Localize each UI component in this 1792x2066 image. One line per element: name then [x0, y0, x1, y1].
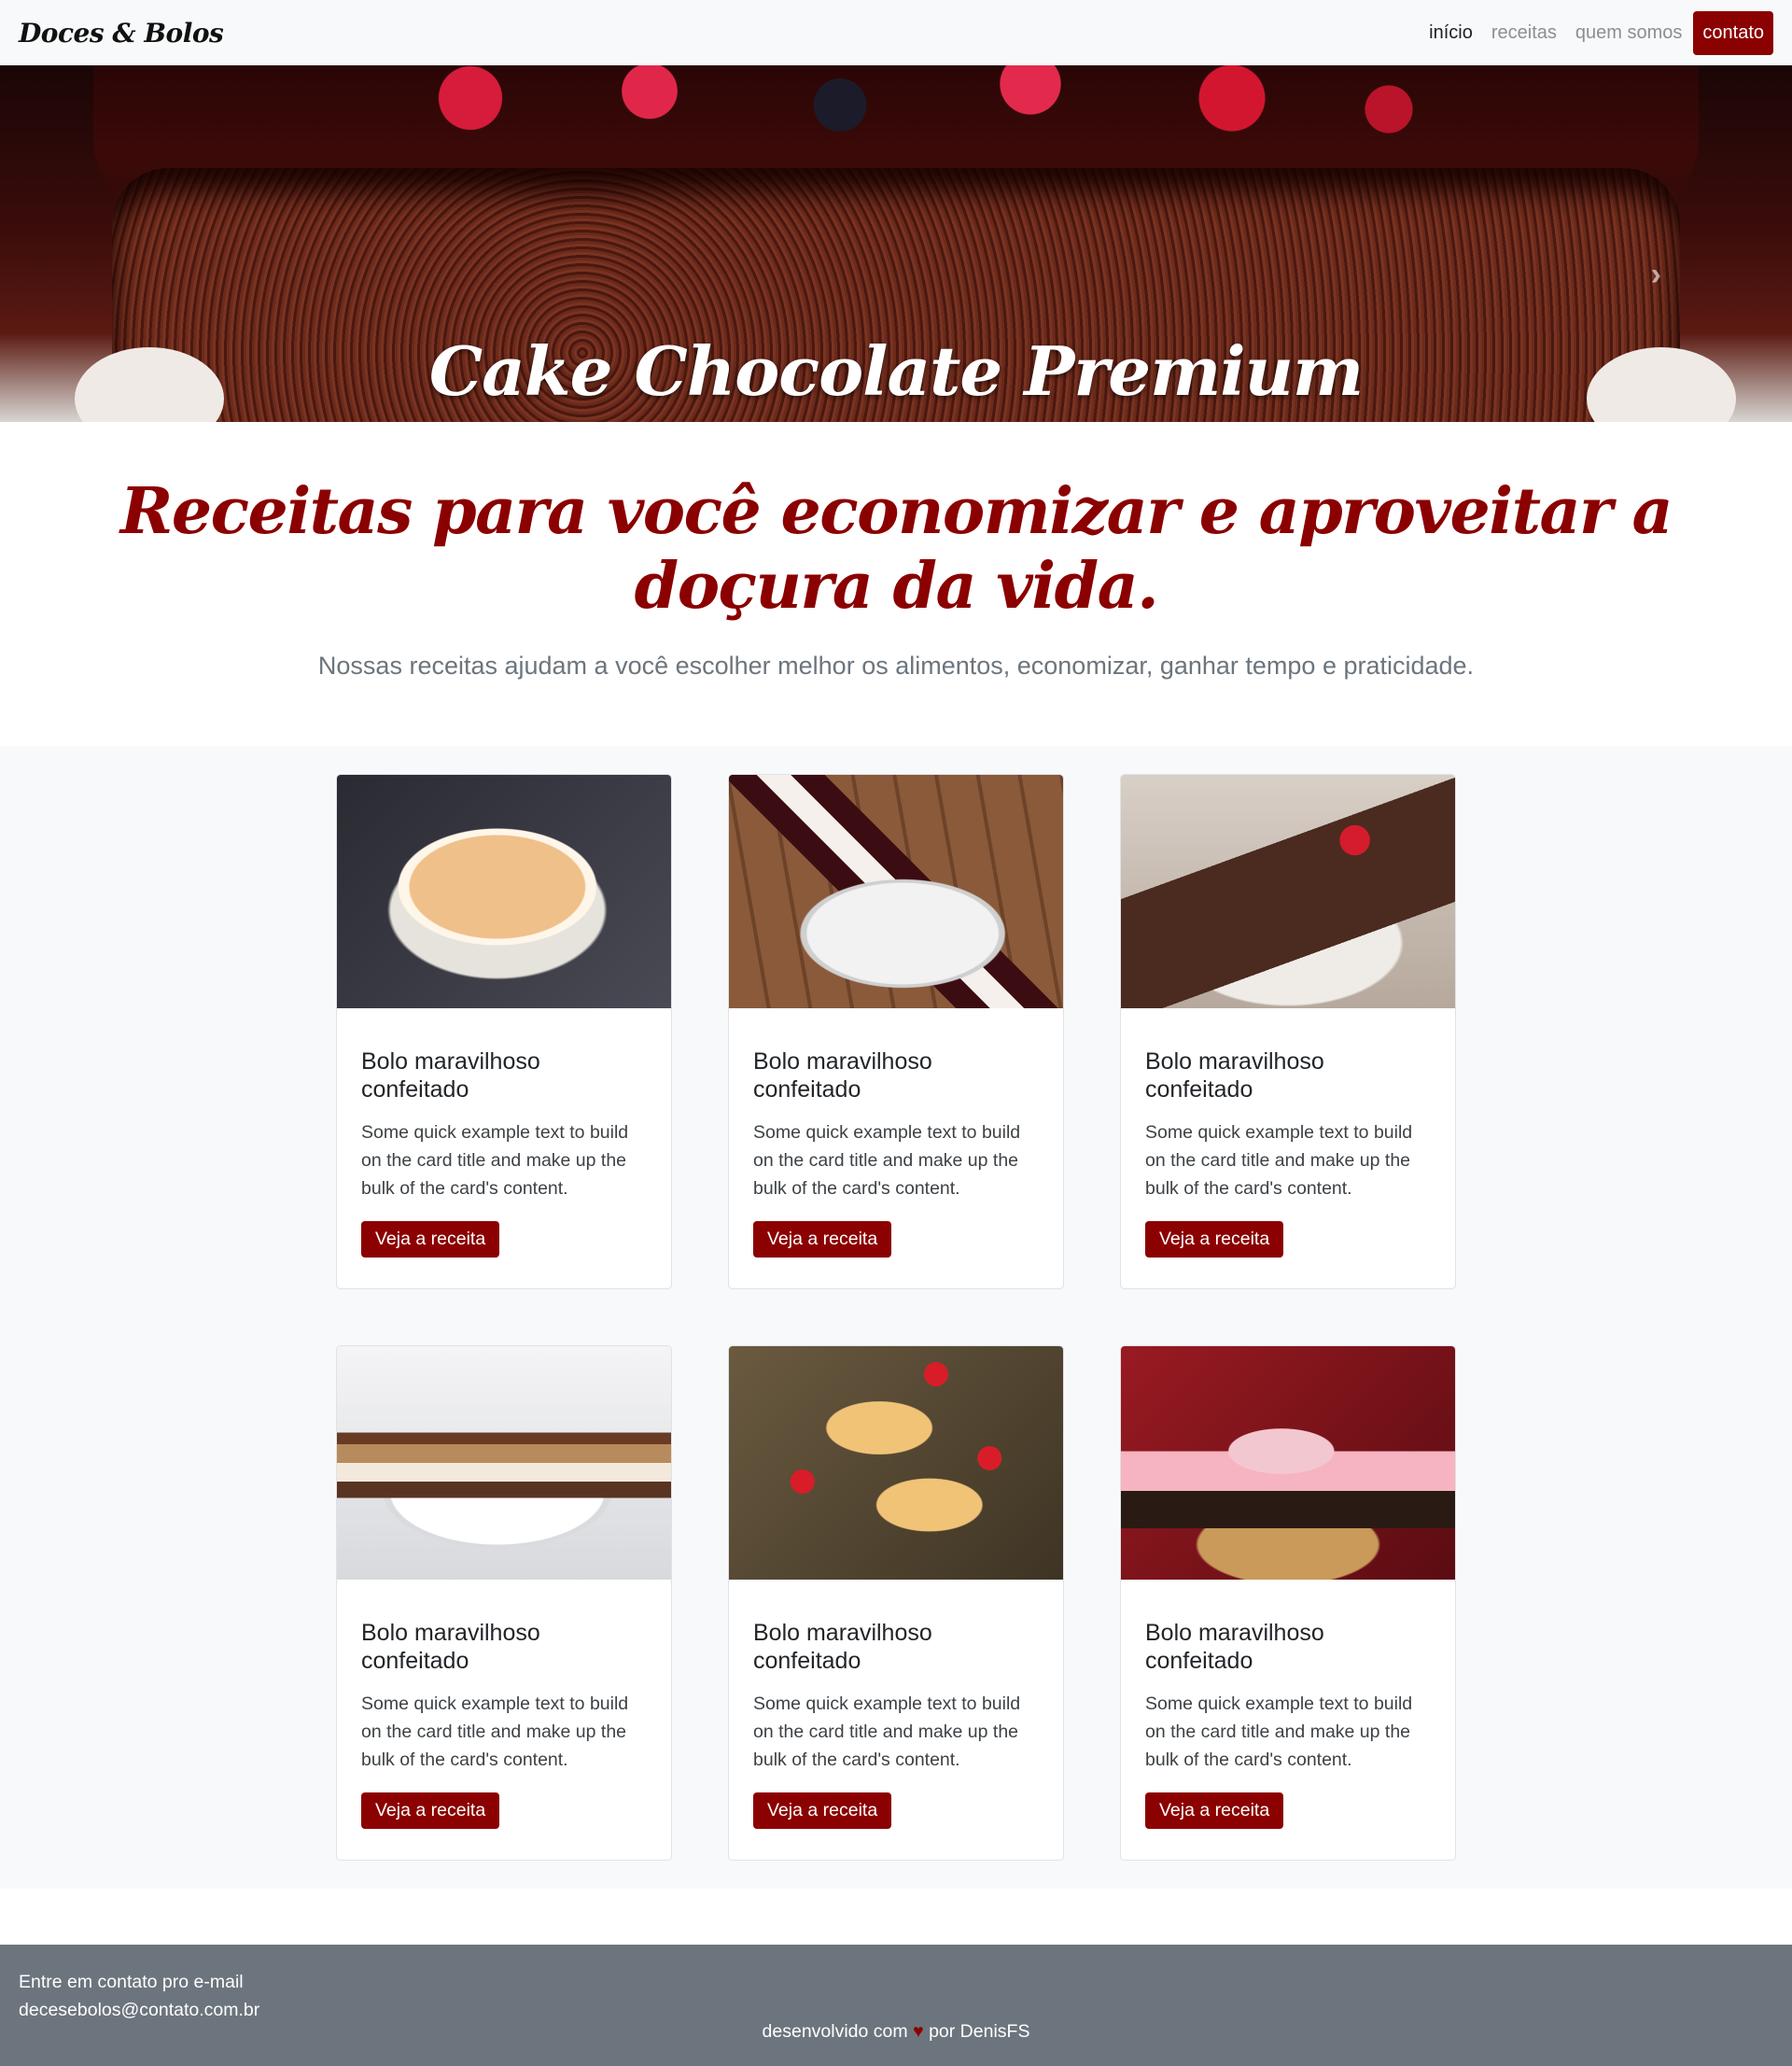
view-recipe-button[interactable]: Veja a receita	[1145, 1792, 1284, 1829]
chevron-right-icon[interactable]: ›	[1651, 257, 1661, 293]
hero-caption: Cake Chocolate Premium	[428, 331, 1364, 411]
recipe-card: Bolo maravilhoso confeitado Some quick e…	[1120, 774, 1456, 1289]
footer-credits-prefix: desenvolvido com	[762, 2021, 908, 2042]
footer: Entre em contato pro e-mail decesebolos@…	[0, 1945, 1792, 2066]
nav-links: início receitas quem somos contato	[1420, 10, 1773, 55]
brand-logo[interactable]: Doces & Bolos	[19, 18, 224, 49]
recipe-card-body: Bolo maravilhoso confeitado Some quick e…	[1121, 1008, 1455, 1258]
recipe-card-title: Bolo maravilhoso confeitado	[753, 1048, 932, 1103]
recipe-card-title: Bolo maravilhoso confeitado	[753, 1620, 932, 1674]
view-recipe-button[interactable]: Veja a receita	[1145, 1221, 1284, 1258]
recipe-card-grid: Bolo maravilhoso confeitado Some quick e…	[336, 774, 1456, 1861]
recipe-card-body: Bolo maravilhoso confeitado Some quick e…	[729, 1008, 1063, 1258]
recipe-card: Bolo maravilhoso confeitado Some quick e…	[728, 1345, 1064, 1861]
heart-icon: ♥	[913, 2021, 924, 2042]
footer-contact-label: Entre em contato pro e-mail	[19, 1972, 244, 1992]
recipe-card-image	[337, 775, 671, 1008]
recipe-card-image	[729, 1346, 1063, 1580]
recipe-card-title: Bolo maravilhoso confeitado	[1145, 1048, 1324, 1103]
recipe-card-body: Bolo maravilhoso confeitado Some quick e…	[337, 1008, 671, 1258]
recipe-card-text: Some quick example text to build on the …	[361, 1694, 629, 1770]
nav-link-contato[interactable]: contato	[1693, 10, 1773, 55]
intro-section: Receitas para você economizar e aproveit…	[0, 422, 1792, 746]
footer-credits-by: por	[929, 2021, 956, 2042]
recipe-card-title: Bolo maravilhoso confeitado	[1145, 1620, 1324, 1674]
recipe-card-image	[1121, 1346, 1455, 1580]
recipe-card: Bolo maravilhoso confeitado Some quick e…	[1120, 1345, 1456, 1861]
recipe-card-image	[337, 1346, 671, 1580]
recipes-section: Bolo maravilhoso confeitado Some quick e…	[0, 746, 1792, 1889]
recipe-card-text: Some quick example text to build on the …	[1145, 1694, 1413, 1770]
footer-email-link[interactable]: decesebolos@contato.com.br	[19, 2000, 259, 2020]
recipe-card-text: Some quick example text to build on the …	[1145, 1122, 1413, 1199]
recipe-card-text: Some quick example text to build on the …	[753, 1694, 1021, 1770]
recipe-card-text: Some quick example text to build on the …	[361, 1122, 629, 1199]
recipe-card-title: Bolo maravilhoso confeitado	[361, 1620, 540, 1674]
hero-carousel: › Cake Chocolate Premium	[0, 65, 1792, 422]
view-recipe-button[interactable]: Veja a receita	[361, 1792, 500, 1829]
recipe-card-title: Bolo maravilhoso confeitado	[361, 1048, 540, 1103]
view-recipe-button[interactable]: Veja a receita	[753, 1792, 892, 1829]
recipe-card-body: Bolo maravilhoso confeitado Some quick e…	[729, 1580, 1063, 1829]
view-recipe-button[interactable]: Veja a receita	[753, 1221, 892, 1258]
view-recipe-button[interactable]: Veja a receita	[361, 1221, 500, 1258]
footer-credits: desenvolvido com ♥ por DenisFS	[0, 2021, 1792, 2043]
nav-link-inicio[interactable]: início	[1420, 13, 1482, 53]
nav-link-quem-somos[interactable]: quem somos	[1566, 13, 1692, 53]
recipe-card: Bolo maravilhoso confeitado Some quick e…	[336, 1345, 672, 1861]
recipe-card: Bolo maravilhoso confeitado Some quick e…	[336, 774, 672, 1289]
page-headline: Receitas para você economizar e aproveit…	[119, 474, 1673, 624]
recipe-card-image	[1121, 775, 1455, 1008]
page-subheadline: Nossas receitas ajudam a você escolher m…	[317, 652, 1475, 680]
recipe-card-body: Bolo maravilhoso confeitado Some quick e…	[337, 1580, 671, 1829]
nav-link-receitas[interactable]: receitas	[1482, 13, 1566, 53]
recipe-card: Bolo maravilhoso confeitado Some quick e…	[728, 774, 1064, 1289]
navbar: Doces & Bolos início receitas quem somos…	[0, 0, 1792, 65]
recipe-card-body: Bolo maravilhoso confeitado Some quick e…	[1121, 1580, 1455, 1829]
author-link[interactable]: DenisFS	[960, 2021, 1030, 2042]
recipe-card-image	[729, 775, 1063, 1008]
hero-image-berries	[336, 65, 1456, 168]
recipe-card-text: Some quick example text to build on the …	[753, 1122, 1021, 1199]
footer-contact: Entre em contato pro e-mail decesebolos@…	[19, 1968, 259, 2024]
